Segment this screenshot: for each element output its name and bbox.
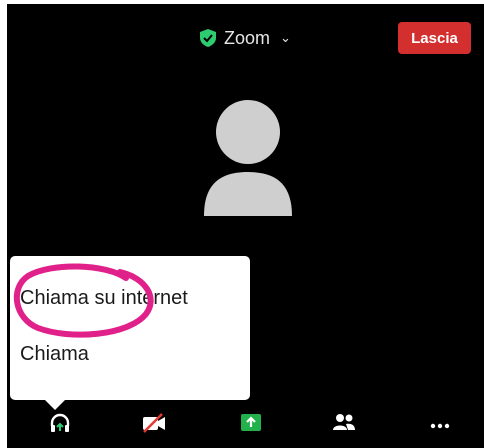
audio-options-popup	[10, 256, 250, 400]
participants-button[interactable]	[324, 412, 364, 442]
popup-pointer	[43, 398, 67, 410]
meeting-screen: Zoom ⌄ Lascia Chiama su internet Chiama	[0, 0, 484, 448]
bottom-toolbar	[0, 412, 484, 448]
avatar	[200, 98, 296, 216]
participants-icon	[331, 412, 357, 439]
video-button[interactable]	[134, 412, 174, 442]
call-option[interactable]: Chiama	[20, 343, 89, 366]
share-screen-icon	[239, 412, 263, 439]
shield-check-icon	[200, 29, 216, 47]
photo-border-top	[0, 0, 484, 4]
top-bar: Zoom ⌄ Lascia	[0, 18, 484, 58]
more-button[interactable]	[420, 412, 460, 442]
photo-border	[0, 0, 7, 448]
audio-button[interactable]	[40, 412, 80, 442]
meeting-title: Zoom	[224, 27, 271, 48]
meeting-title-button[interactable]: Zoom ⌄	[200, 26, 291, 50]
call-via-internet-option[interactable]: Chiama su internet	[20, 287, 188, 310]
share-button[interactable]	[231, 412, 271, 442]
more-icon	[428, 412, 452, 439]
headphones-icon	[49, 412, 71, 439]
leave-button[interactable]: Lascia	[398, 22, 471, 54]
video-off-icon	[141, 412, 167, 439]
chevron-down-icon: ⌄	[280, 30, 291, 45]
